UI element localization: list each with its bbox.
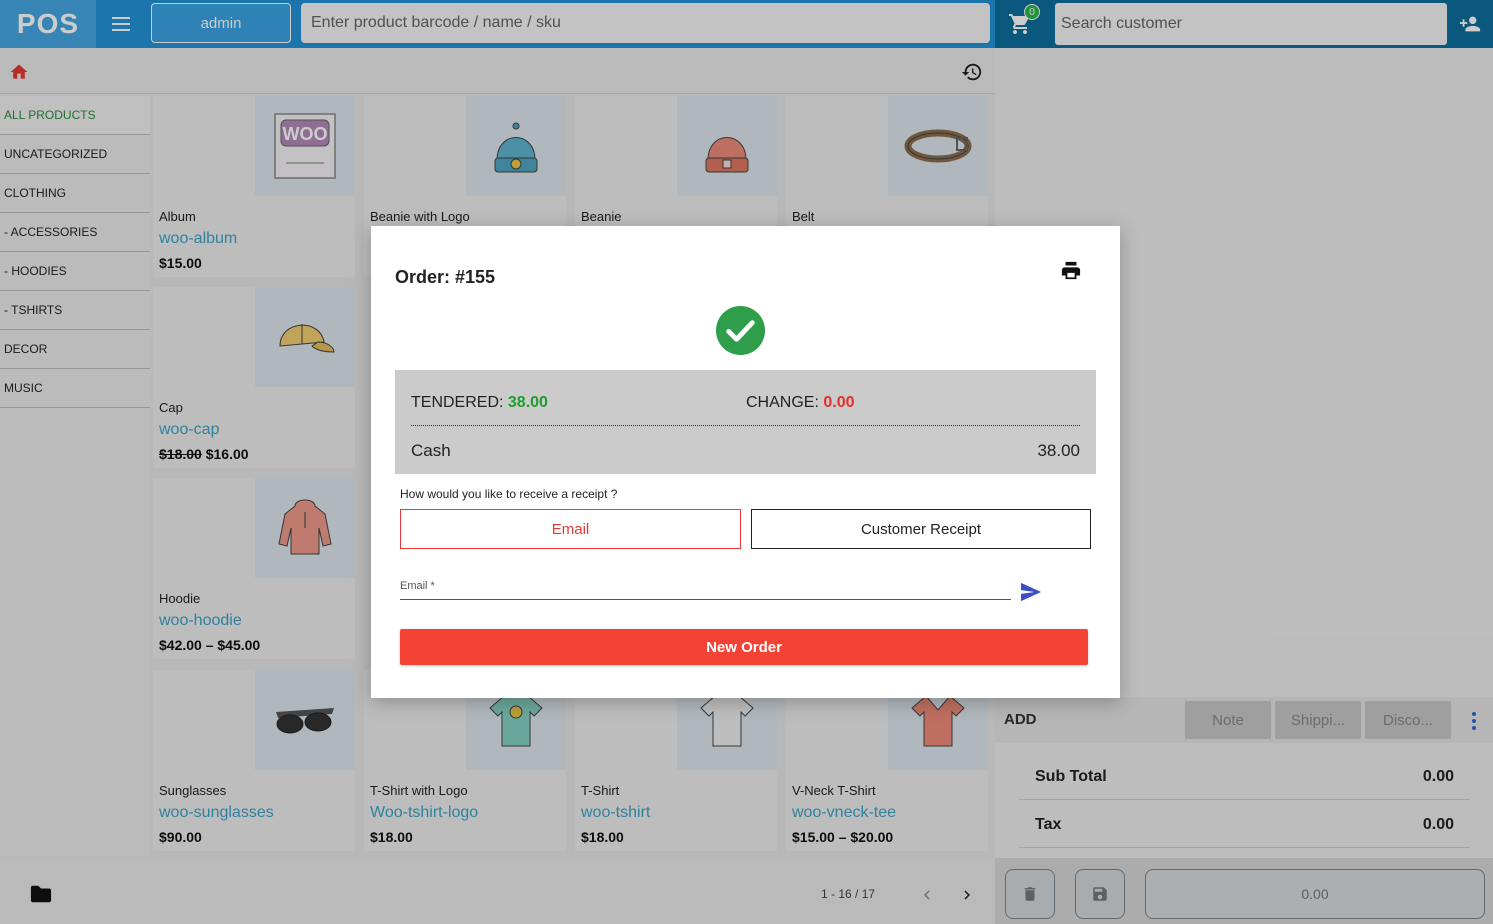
tendered-label: TENDERED: bbox=[411, 394, 504, 411]
send-icon[interactable] bbox=[1020, 582, 1042, 602]
customer-receipt-button[interactable]: Customer Receipt bbox=[751, 509, 1091, 549]
new-order-button[interactable]: New Order bbox=[400, 629, 1088, 665]
tendered-info: TENDERED: 38.00 bbox=[411, 394, 548, 412]
order-complete-dialog: Order: #155 TENDERED: 38.00 CHANGE: 0.00… bbox=[371, 226, 1120, 698]
email-receipt-button[interactable]: Email bbox=[400, 509, 741, 549]
print-icon[interactable] bbox=[1060, 261, 1082, 281]
tendered-value: 38.00 bbox=[507, 394, 548, 411]
email-field[interactable]: Email * bbox=[400, 576, 1011, 600]
payment-method-amount: 38.00 bbox=[1037, 441, 1080, 460]
receipt-question: How would you like to receive a receipt … bbox=[400, 487, 618, 501]
change-info: CHANGE: 0.00 bbox=[746, 394, 855, 412]
change-value: 0.00 bbox=[823, 394, 855, 411]
divider bbox=[411, 425, 1080, 426]
order-title: Order: #155 bbox=[395, 267, 496, 287]
payment-summary: TENDERED: 38.00 CHANGE: 0.00 Cash 38.00 bbox=[395, 370, 1096, 474]
change-label: CHANGE: bbox=[746, 394, 819, 411]
success-check-icon bbox=[715, 305, 766, 356]
payment-method: Cash bbox=[411, 441, 451, 460]
